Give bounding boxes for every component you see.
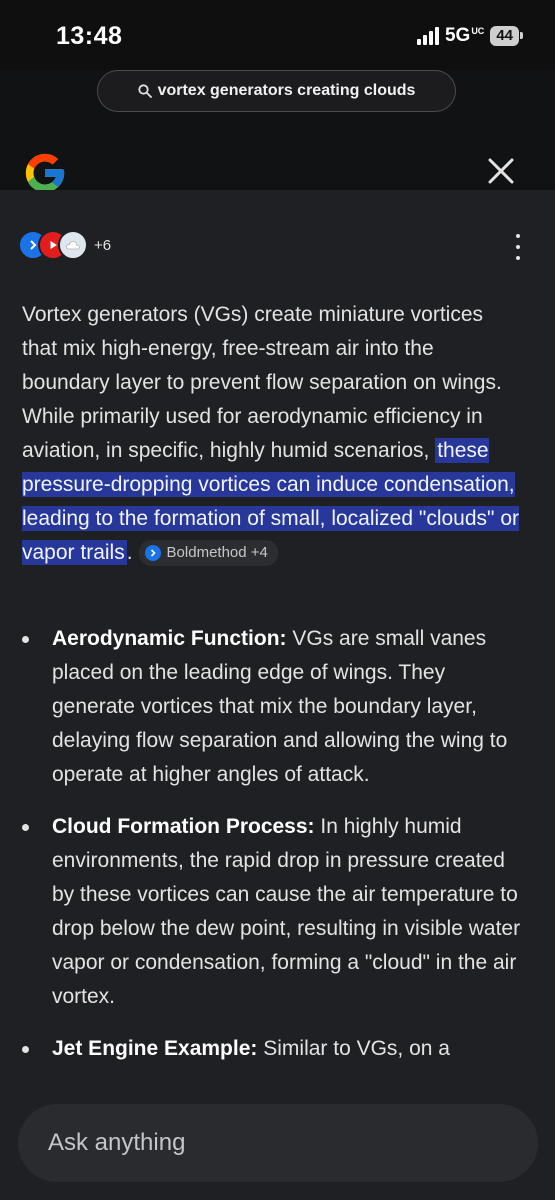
search-query-text: vortex generators creating clouds [157,82,416,99]
bullet-text: VGs are small vanes placed on the leadin… [52,627,508,786]
answer-paragraph: Vortex generators (VGs) create miniature… [22,298,522,570]
ask-input[interactable] [46,1128,510,1158]
more-options-icon[interactable] [508,234,528,260]
network-indicator: 5G UC [445,25,484,47]
ask-bar[interactable] [18,1104,538,1182]
search-icon [137,84,152,98]
close-icon[interactable] [486,156,516,186]
status-icons: 5G UC 44 [416,25,523,47]
status-time: 13:48 [56,22,123,50]
battery-level: 44 [496,27,513,44]
bullet-title: Cloud Formation Process: [52,815,315,838]
bullet-dot [22,636,29,643]
screen: 13:48 5G UC 44 vortex generators creating… [0,0,555,1200]
bullet-text: In highly humid environments, the rapid … [52,815,521,1008]
bullet-title: Aerodynamic Function: [52,627,287,650]
bullet-list: Aerodynamic Function: VGs are small vane… [22,622,532,1084]
signal-icon [416,27,439,45]
network-sub-label: UC [471,26,485,36]
bullet-dot [22,824,29,831]
ai-overview-panel: +6 Vortex generators (VGs) create miniat… [0,190,555,1200]
search-query-pill[interactable]: vortex generators creating clouds [97,70,456,112]
answer-intro: Vortex generators (VGs) create miniature… [22,303,502,462]
status-bar: 13:48 5G UC 44 [0,0,555,70]
source-icons[interactable]: +6 [18,230,111,260]
citation-chip[interactable]: Boldmethod +4 [138,540,278,567]
sources-more-count: +6 [94,236,112,254]
battery-icon: 44 [490,26,523,46]
network-label: 5G [444,25,471,46]
boldmethod-chip-icon [144,545,161,562]
citation-label: Boldmethod +4 [166,544,268,562]
list-item: Cloud Formation Process: In highly humid… [22,810,532,1014]
list-item: Aerodynamic Function: VGs are small vane… [22,622,532,792]
answer-after-highlight: . [126,541,133,564]
bullet-dot [22,1046,29,1053]
bullet-text: Similar to VGs, on a [257,1037,450,1060]
header: vortex generators creating clouds [0,70,555,193]
bullet-title: Jet Engine Example: [52,1037,258,1060]
cloud-icon [58,230,88,260]
